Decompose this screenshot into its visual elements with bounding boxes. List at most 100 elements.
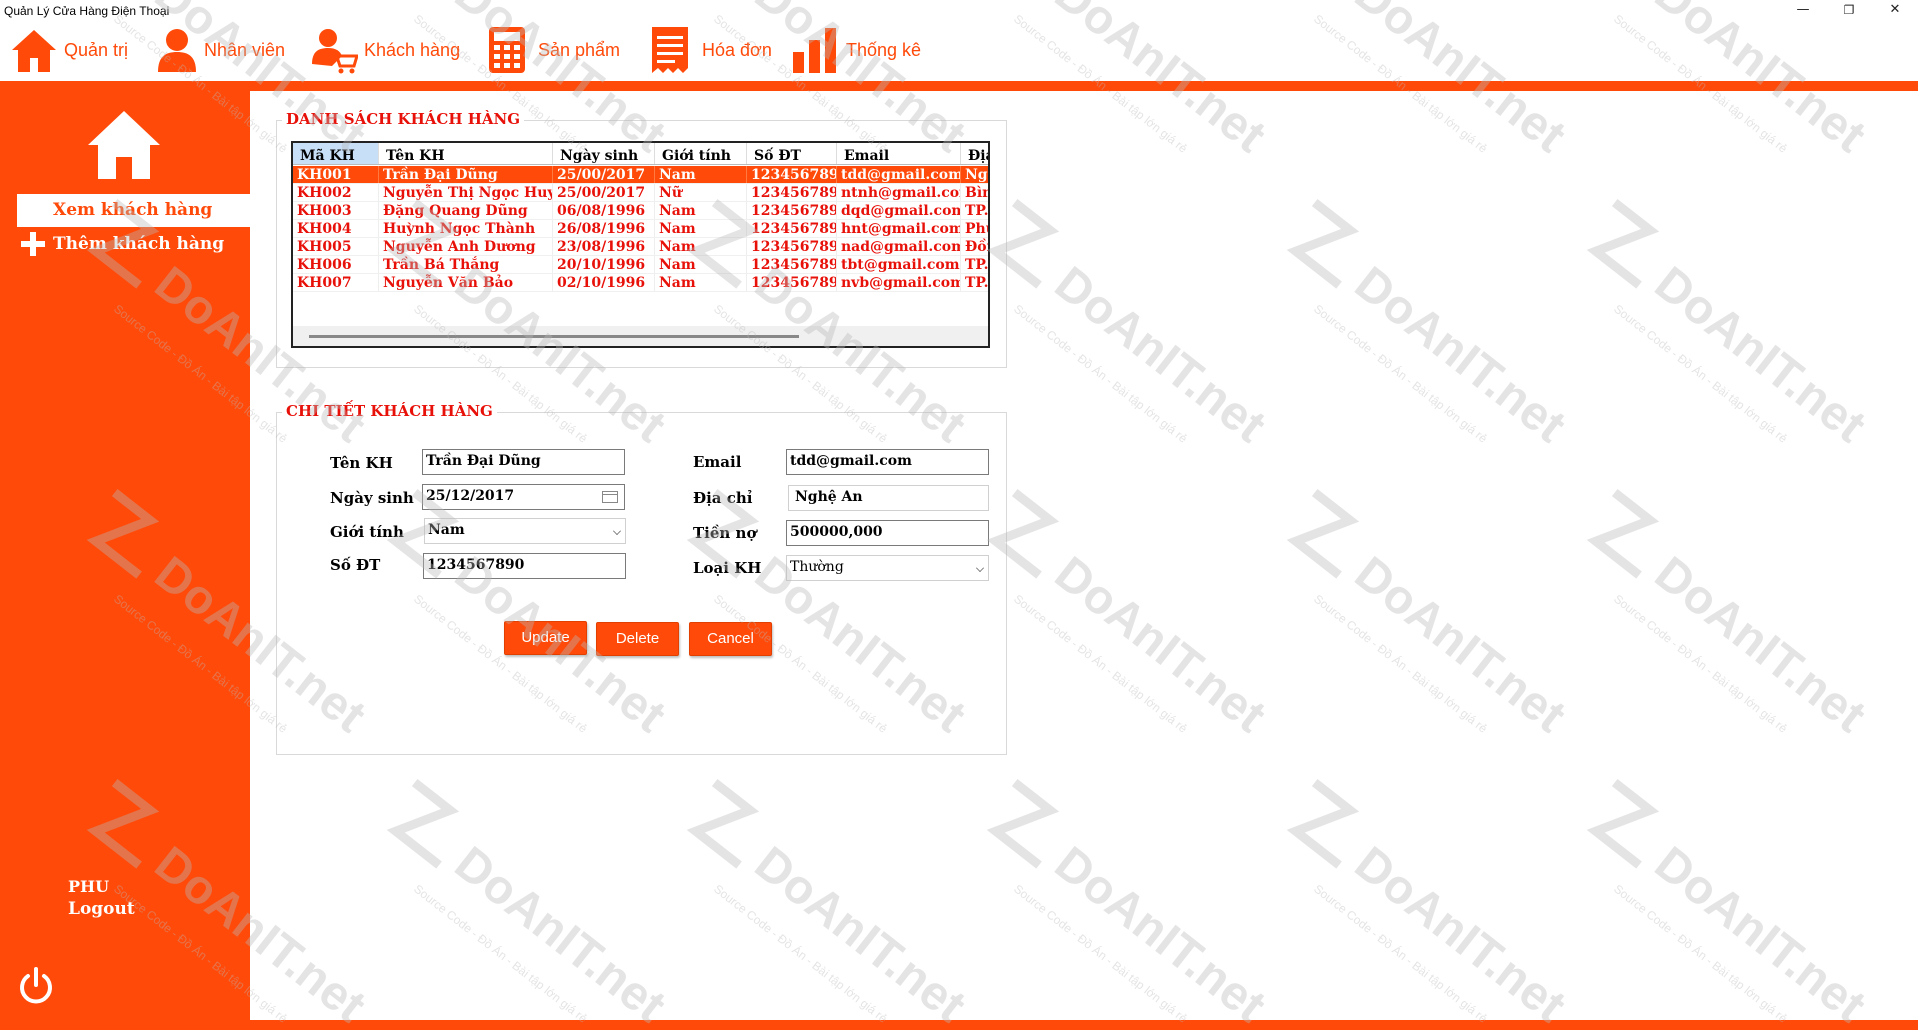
watermark-text: DoAnIT.net (1645, 836, 1876, 1030)
watermark-logo-icon (1586, 779, 1660, 869)
cancel-button[interactable]: Cancel (689, 622, 772, 656)
scrollbar-thumb[interactable] (309, 335, 799, 338)
column-header-ngay-sinh[interactable]: Ngày sinh (553, 143, 655, 164)
cell-gioi-tinh: Nam (655, 202, 747, 219)
watermark-text: DoAnIT.net (1045, 256, 1276, 453)
cell-ma-kh: KH005 (293, 238, 379, 255)
customer-type-value: Thường (790, 559, 844, 575)
watermark-subtext: Source Code - Đồ Án - Bài tập lớn giá rẻ (1611, 301, 1790, 446)
menu-label: Khách hàng (364, 39, 461, 60)
debt-field[interactable]: 500000,000 (786, 520, 989, 546)
cell-ngay-sinh: 06/08/1996 (553, 202, 655, 219)
cell-dia-chi: TP.I (961, 274, 988, 291)
menu-label: Quản trị (64, 39, 129, 60)
cell-ngay-sinh: 23/08/1996 (553, 238, 655, 255)
cell-ma-kh: KH003 (293, 202, 379, 219)
customer-list-title: DANH SÁCH KHÁCH HÀNG (282, 110, 525, 128)
calendar-icon[interactable] (602, 491, 618, 503)
bar-chart-icon (793, 28, 836, 73)
customer-table[interactable]: Mã KH Tên KH Ngày sinh Giới tính Số ĐT E… (291, 141, 990, 348)
sidebar-item-xem-khach-hang[interactable]: Xem khách hàng (17, 194, 250, 227)
column-header-gioi-tinh[interactable]: Giới tính (655, 143, 747, 164)
watermark-subtext: Source Code - Đồ Án - Bài tập lớn giá rẻ (1011, 301, 1190, 446)
table-row[interactable]: KH002Nguyễn Thị Ngọc Huyền25/00/2017Nữ12… (293, 184, 988, 202)
minimize-button[interactable]: — (1780, 0, 1826, 20)
address-field[interactable]: Nghệ An (788, 485, 989, 511)
watermark-subtext: Source Code - Đồ Án - Bài tập lớn giá rẻ (1011, 591, 1190, 736)
table-row[interactable]: KH006Trần Bá Thắng20/10/1996Nam123456789… (293, 256, 988, 274)
name-label: Tên KH (330, 454, 393, 472)
watermark-text: DoAnIT.net (1045, 836, 1276, 1030)
gender-label: Giới tính (330, 523, 404, 541)
menu-item-nhan-vien[interactable]: Nhân viên (156, 24, 285, 76)
cell-so-dt: 1234567890 (747, 166, 837, 183)
home-icon (12, 30, 56, 72)
gender-select[interactable]: Nam (424, 518, 626, 544)
cell-dia-chi: Bình (961, 184, 988, 201)
watermark-tile: DoAnIT.net Source Code - Đồ Án - Bài tập … (1215, 470, 1575, 790)
cell-email: tdd@gmail.com (837, 166, 961, 183)
cell-ma-kh: KH007 (293, 274, 379, 291)
cell-ngay-sinh: 26/08/1996 (553, 220, 655, 237)
table-row[interactable]: KH004 Huỳnh Ngọc Thành 26/08/1996 Nam 123456… (293, 220, 988, 238)
customer-type-label: Loại KH (693, 559, 762, 577)
menu-item-san-pham[interactable]: Sản phẩm (488, 24, 620, 76)
watermark-subtext: Source Code - Đồ Án - Bài tập lớn giá rẻ (1611, 591, 1790, 736)
table-row[interactable]: KH005 Nguyễn Anh Dương 23/08/1996 Nam 123456… (293, 238, 988, 256)
cell-email: nvb@gmail.com (837, 274, 961, 291)
cell-so-dt: 1234567890 (747, 202, 837, 219)
delete-button[interactable]: Delete (596, 622, 679, 656)
watermark-logo-icon (386, 779, 460, 869)
column-header-email[interactable]: Email (837, 143, 961, 164)
watermark-text: DoAnIT.net (1045, 546, 1276, 743)
menu-item-thong-ke[interactable]: Thống kê (792, 24, 921, 76)
menu-item-hoa-don[interactable]: Hóa đơn (650, 24, 772, 76)
menu-label: Hóa đơn (702, 39, 772, 60)
cell-ten-kh: Nguyễn Thị Ngọc Huyền (379, 184, 553, 201)
column-header-so-dt[interactable]: Số ĐT (747, 143, 837, 164)
column-header-ten-kh[interactable]: Tên KH (379, 143, 553, 164)
table-header: Mã KH Tên KH Ngày sinh Giới tính Số ĐT E… (293, 143, 988, 165)
watermark-subtext: Source Code - Đồ Án - Bài tập lớn giá rẻ (1611, 881, 1790, 1026)
watermark-tile: DoAnIT.net Source Code - Đồ Án - Bài tập … (1515, 180, 1875, 500)
cell-gioi-tinh: Nam (655, 274, 747, 291)
name-field[interactable]: Trần Đại Dũng (422, 449, 625, 475)
phone-field[interactable]: 1234567890 (423, 553, 626, 579)
watermark-text: DoAnIT.net (745, 836, 976, 1030)
dob-picker[interactable]: 25/12/2017 (422, 484, 625, 510)
customer-type-select[interactable]: Thường (786, 555, 989, 581)
watermark-text: DoAnIT.net (445, 836, 676, 1030)
cell-so-dt: 1234567890 (747, 220, 837, 237)
cell-email: hnt@gmail.com (837, 220, 961, 237)
address-label: Địa chỉ (693, 489, 753, 507)
table-row[interactable]: KH003 Đặng Quang Dũng 06/08/1996 Nam 1234567… (293, 202, 988, 220)
maximize-button[interactable]: ❐ (1826, 0, 1872, 20)
watermark-text: DoAnIT.net (1345, 836, 1576, 1030)
watermark-subtext: Source Code - Đồ Án - Bài tập lớn giá rẻ (711, 881, 890, 1026)
email-field[interactable]: tdd@gmail.com (786, 449, 989, 475)
cell-email: dqd@gmail.com (837, 202, 961, 219)
menu-item-quan-tri[interactable]: Quản trị (10, 24, 128, 76)
close-button[interactable]: ✕ (1872, 0, 1918, 20)
menu-item-khach-hang[interactable]: Khách hàng (310, 24, 460, 76)
cell-email: ntnh@gmail.com (837, 184, 961, 201)
cell-ma-kh: KH001 (293, 166, 379, 183)
header-divider (0, 81, 1918, 91)
dob-value: 25/12/2017 (426, 488, 515, 504)
update-button[interactable]: Update (504, 621, 587, 655)
cell-gioi-tinh: Nữ (655, 184, 747, 201)
horizontal-scrollbar[interactable] (293, 326, 988, 346)
sidebar-item-them-khach-hang[interactable]: Thêm khách hàng (17, 228, 250, 261)
watermark-tile: DoAnIT.net Source Code - Đồ Án - Bài tập … (1515, 760, 1875, 1030)
watermark-subtext: Source Code - Đồ Án - Bài tập lớn giá rẻ (1311, 591, 1490, 736)
column-header-dia-chi[interactable]: Địa (961, 143, 988, 164)
column-header-ma-kh[interactable]: Mã KH (293, 143, 379, 164)
logout-link[interactable]: Logout (68, 899, 135, 919)
cell-ngay-sinh: 25/00/2017 (553, 184, 655, 201)
gender-value: Nam (428, 522, 465, 538)
table-row[interactable]: KH001Trần Đại Dũng25/00/2017Nam123456789… (293, 166, 988, 184)
power-icon[interactable] (18, 967, 54, 1005)
cell-ngay-sinh: 20/10/1996 (553, 256, 655, 273)
cell-email: nad@gmail.com (837, 238, 961, 255)
table-row[interactable]: KH007 Nguyễn Văn Bảo 02/10/1996 Nam 12345678… (293, 274, 988, 292)
